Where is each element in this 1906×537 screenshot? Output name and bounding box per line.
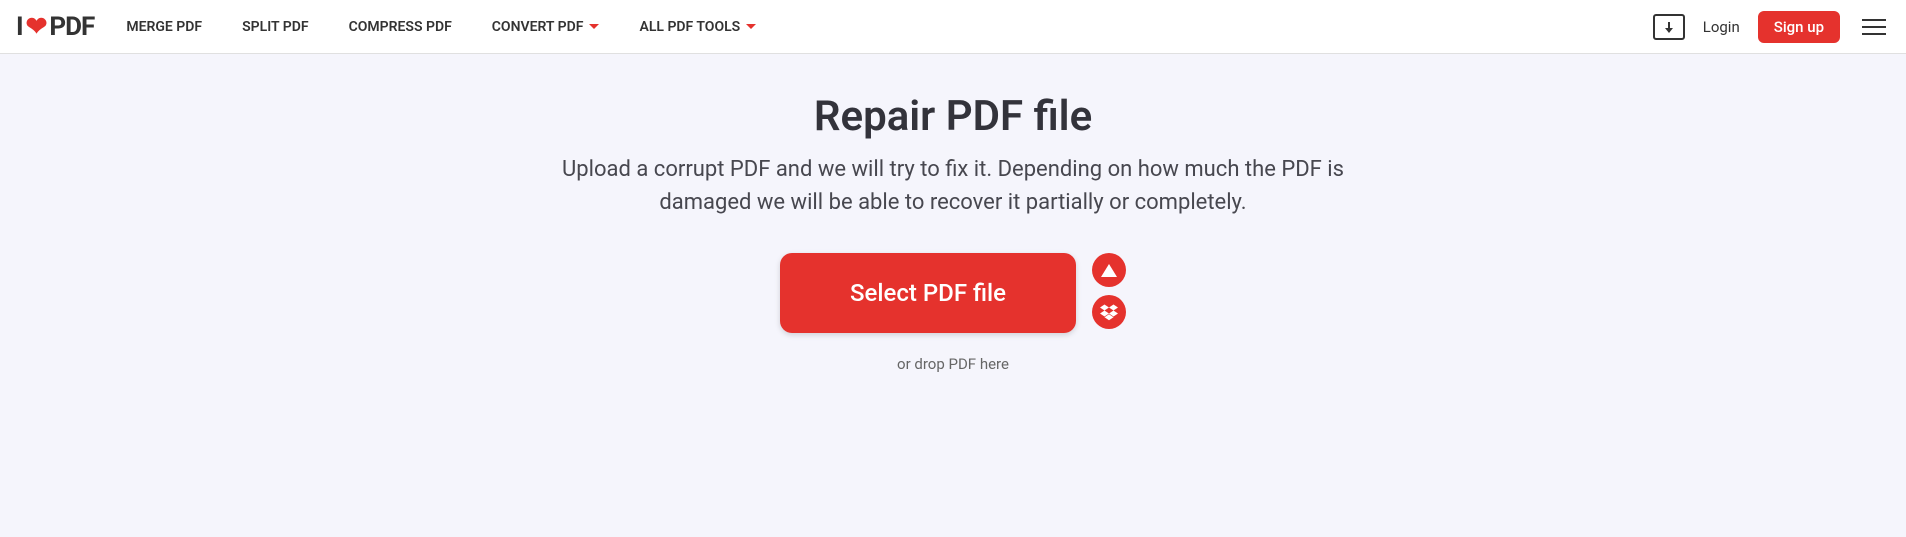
nav-convert-pdf[interactable]: CONVERT PDF <box>492 19 600 35</box>
signup-button[interactable]: Sign up <box>1758 11 1840 43</box>
dropbox-button[interactable] <box>1092 295 1126 329</box>
nav-compress-pdf[interactable]: COMPRESS PDF <box>349 19 452 35</box>
google-drive-button[interactable] <box>1092 253 1126 287</box>
main-nav: MERGE PDF SPLIT PDF COMPRESS PDF CONVERT… <box>126 19 756 35</box>
logo-text-pdf: PDF <box>49 12 94 42</box>
google-drive-icon <box>1101 264 1117 277</box>
logo-text-i: I <box>16 12 24 42</box>
page-subtitle: Upload a corrupt PDF and we will try to … <box>553 153 1353 219</box>
nav-label: COMPRESS PDF <box>349 19 452 35</box>
download-desktop-button[interactable] <box>1653 14 1685 40</box>
caret-down-icon <box>746 24 756 29</box>
nav-label: ALL PDF TOOLS <box>639 19 740 35</box>
nav-merge-pdf[interactable]: MERGE PDF <box>126 19 202 35</box>
main-content: Repair PDF file Upload a corrupt PDF and… <box>0 54 1906 537</box>
drop-hint-text: or drop PDF here <box>0 355 1906 373</box>
nav-label: SPLIT PDF <box>242 19 308 35</box>
dropbox-icon <box>1100 303 1118 321</box>
cloud-upload-buttons <box>1092 253 1126 329</box>
hamburger-line <box>1862 26 1886 28</box>
header: I ❤ PDF MERGE PDF SPLIT PDF COMPRESS PDF… <box>0 0 1906 54</box>
select-pdf-button[interactable]: Select PDF file <box>780 253 1076 333</box>
download-arrow-icon <box>1668 22 1670 32</box>
nav-label: MERGE PDF <box>126 19 202 35</box>
caret-down-icon <box>589 24 599 29</box>
hamburger-line <box>1862 19 1886 21</box>
page-title: Repair PDF file <box>0 92 1906 141</box>
heart-icon: ❤ <box>26 12 48 42</box>
hamburger-line <box>1862 33 1886 35</box>
logo[interactable]: I ❤ PDF <box>16 12 94 42</box>
header-right: Login Sign up <box>1653 11 1890 43</box>
nav-split-pdf[interactable]: SPLIT PDF <box>242 19 308 35</box>
file-select-area: Select PDF file <box>0 253 1906 333</box>
hamburger-menu-button[interactable] <box>1858 15 1890 39</box>
nav-label: CONVERT PDF <box>492 19 584 35</box>
nav-all-pdf-tools[interactable]: ALL PDF TOOLS <box>639 19 756 35</box>
login-link[interactable]: Login <box>1703 18 1740 36</box>
